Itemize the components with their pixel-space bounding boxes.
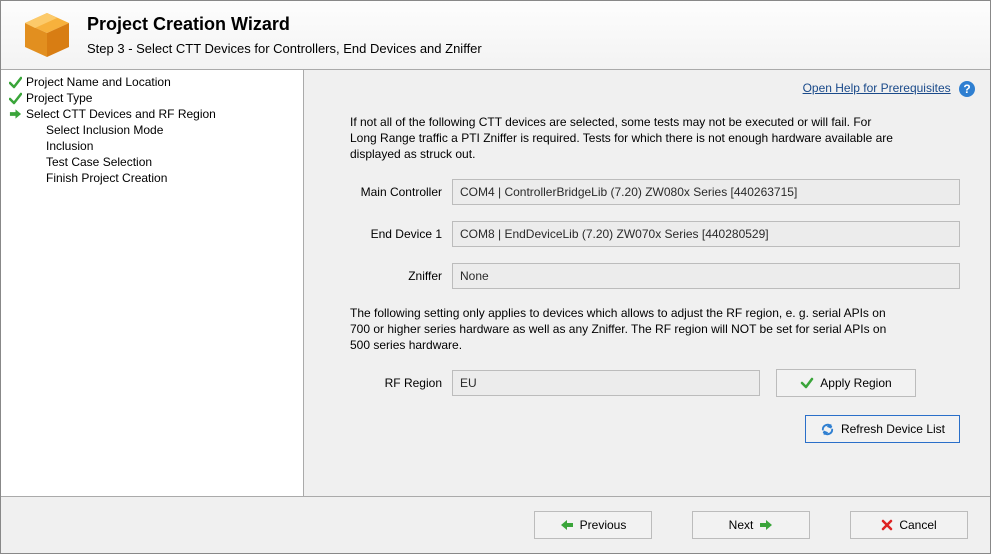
- refresh-icon: [820, 422, 835, 437]
- checkmark-icon: [9, 92, 22, 105]
- sidebar-step-label: Project Type: [26, 91, 92, 105]
- checkmark-icon: [800, 376, 814, 390]
- svg-text:?: ?: [963, 82, 970, 96]
- row-zniffer: Zniffer None: [334, 263, 960, 289]
- wizard-title: Project Creation Wizard: [87, 14, 482, 35]
- row-main-controller: Main Controller COM4 | ControllerBridgeL…: [334, 179, 960, 205]
- previous-button[interactable]: Previous: [534, 511, 652, 539]
- arrow-right-icon: [759, 519, 773, 531]
- refresh-label: Refresh Device List: [841, 422, 945, 436]
- apply-region-button[interactable]: Apply Region: [776, 369, 916, 397]
- sidebar-step-label: Select Inclusion Mode: [46, 123, 163, 137]
- checkmark-icon: [9, 76, 22, 89]
- cancel-button[interactable]: Cancel: [850, 511, 968, 539]
- apply-region-label: Apply Region: [820, 376, 891, 390]
- label-main-controller: Main Controller: [334, 185, 452, 199]
- sidebar-step-label: Test Case Selection: [46, 155, 152, 169]
- field-zniffer[interactable]: None: [452, 263, 960, 289]
- sidebar-step-label: Project Name and Location: [26, 75, 171, 89]
- cross-icon: [881, 519, 893, 531]
- sidebar-step-0[interactable]: Project Name and Location: [7, 74, 297, 90]
- sidebar-step-label: Inclusion: [46, 139, 93, 153]
- info-text-rf-region: The following setting only applies to de…: [350, 305, 900, 354]
- label-rf-region: RF Region: [334, 376, 452, 390]
- sidebar-step-3[interactable]: Select Inclusion Mode: [7, 122, 297, 138]
- box-logo-icon: [21, 11, 73, 59]
- wizard-steps-sidebar: Project Name and Location Project Type Sel…: [1, 70, 304, 496]
- previous-label: Previous: [580, 518, 627, 532]
- label-zniffer: Zniffer: [334, 269, 452, 283]
- cancel-label: Cancel: [899, 518, 936, 532]
- wizard-header: Project Creation Wizard Step 3 - Select …: [1, 1, 990, 70]
- sidebar-step-label: Select CTT Devices and RF Region: [26, 107, 216, 121]
- arrow-left-icon: [560, 519, 574, 531]
- wizard-subtitle: Step 3 - Select CTT Devices for Controll…: [87, 41, 482, 56]
- row-rf-region: RF Region EU Apply Region: [334, 369, 960, 397]
- sidebar-step-6[interactable]: Finish Project Creation: [7, 170, 297, 186]
- field-rf-region[interactable]: EU: [452, 370, 760, 396]
- wizard-content: Open Help for Prerequisites ? If not all…: [304, 70, 990, 496]
- label-end-device-1: End Device 1: [334, 227, 452, 241]
- next-button[interactable]: Next: [692, 511, 810, 539]
- sidebar-step-2[interactable]: Select CTT Devices and RF Region: [7, 106, 297, 122]
- refresh-device-list-button[interactable]: Refresh Device List: [805, 415, 960, 443]
- sidebar-step-1[interactable]: Project Type: [7, 90, 297, 106]
- info-text-devices: If not all of the following CTT devices …: [350, 114, 900, 163]
- row-end-device-1: End Device 1 COM8 | EndDeviceLib (7.20) …: [334, 221, 960, 247]
- wizard-footer: Previous Next Cancel: [1, 496, 990, 553]
- sidebar-step-5[interactable]: Test Case Selection: [7, 154, 297, 170]
- sidebar-step-label: Finish Project Creation: [46, 171, 167, 185]
- help-prerequisites-link[interactable]: Open Help for Prerequisites: [803, 81, 951, 95]
- help-icon[interactable]: ?: [958, 80, 976, 98]
- arrow-right-icon: [9, 108, 22, 120]
- sidebar-step-4[interactable]: Inclusion: [7, 138, 297, 154]
- field-end-device-1[interactable]: COM8 | EndDeviceLib (7.20) ZW070x Series…: [452, 221, 960, 247]
- field-main-controller[interactable]: COM4 | ControllerBridgeLib (7.20) ZW080x…: [452, 179, 960, 205]
- next-label: Next: [729, 518, 754, 532]
